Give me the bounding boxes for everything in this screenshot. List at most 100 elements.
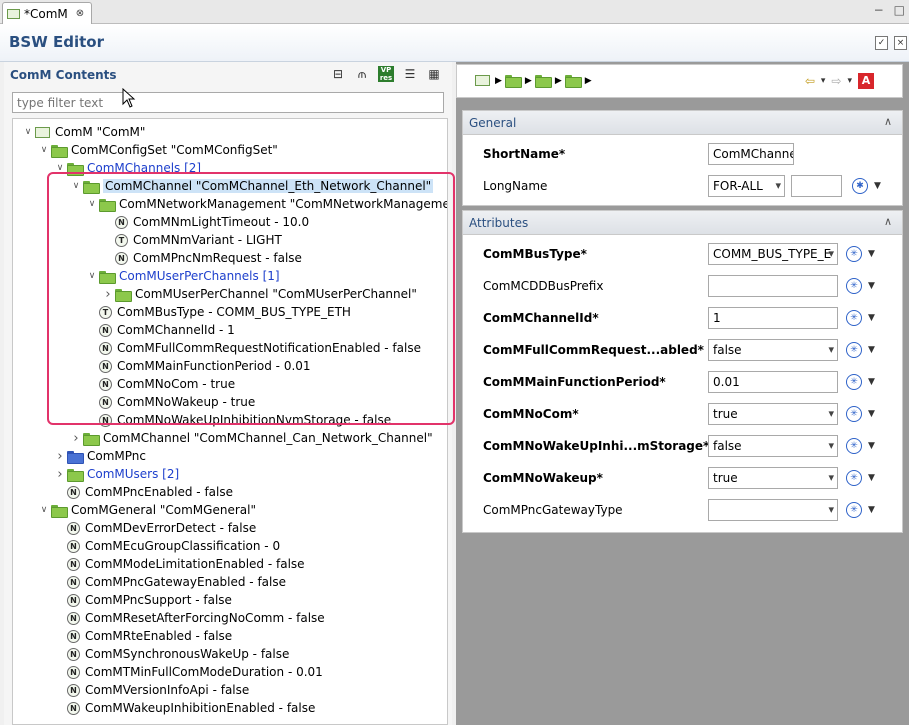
tree-item[interactable]: N ComMPncNmRequest - false xyxy=(101,249,302,267)
tree-item[interactable]: ∨ ComM "ComM" xyxy=(21,123,146,141)
chevron-down-icon[interactable]: ▼ xyxy=(874,181,881,191)
tree-item[interactable]: › ComMUserPerChannel "ComMUserPerChannel" xyxy=(101,285,417,303)
settings-icon[interactable]: ✳ xyxy=(846,310,862,326)
tree-item[interactable]: › ComMPnc xyxy=(53,447,146,465)
maximize-icon[interactable]: □ xyxy=(894,3,905,17)
settings-icon[interactable]: ✳ xyxy=(846,342,862,358)
attribute-select[interactable]: false xyxy=(708,339,838,361)
tree-item[interactable]: N ComMModeLimitationEnabled - false xyxy=(53,555,305,573)
tree-item[interactable]: N ComMTMinFullComModeDuration - 0.01 xyxy=(53,663,323,681)
chevron-down-icon[interactable]: ▾ xyxy=(847,76,852,86)
forward-arrow-icon[interactable]: ⇨ xyxy=(831,74,841,88)
collapse-arrow-icon[interactable]: › xyxy=(69,431,83,446)
collapse-icon[interactable]: ∧ xyxy=(884,215,892,228)
filter-input[interactable] xyxy=(12,92,444,113)
collapse-arrow-icon[interactable]: › xyxy=(53,467,67,482)
attribute-select[interactable]: true xyxy=(708,403,838,425)
chevron-down-icon[interactable]: ▼ xyxy=(868,377,875,387)
tree-item[interactable]: N ComMPncSupport - false xyxy=(53,591,232,609)
validate-icon[interactable]: ✓ xyxy=(875,36,888,50)
tree-item[interactable]: N ComMPncGatewayEnabled - false xyxy=(53,573,286,591)
tree-item[interactable]: N ComMPncEnabled - false xyxy=(53,483,233,501)
tree-item[interactable]: N ComMChannelId - 1 xyxy=(85,321,235,339)
expand-arrow-icon[interactable]: ∨ xyxy=(85,199,99,209)
tab-comm[interactable]: *ComM ⊗ xyxy=(2,2,92,24)
tree-item[interactable]: N ComMFullCommRequestNotificationEnabled … xyxy=(85,339,421,357)
expand-arrow-icon[interactable]: ∨ xyxy=(37,505,51,515)
autosar-icon[interactable]: A xyxy=(858,73,874,89)
chevron-down-icon[interactable]: ▼ xyxy=(868,473,875,483)
tree-item[interactable]: N ComMNoWakeUpInhibitionNvmStorage - fals… xyxy=(85,411,391,429)
expand-arrow-icon[interactable]: ∨ xyxy=(85,271,99,281)
settings-icon[interactable]: ✳ xyxy=(846,438,862,454)
tree-item[interactable]: N ComMVersionInfoApi - false xyxy=(53,681,249,699)
tree-item[interactable]: ∨ ComMChannel "ComMChannel_Eth_Network_Ch… xyxy=(69,177,434,195)
settings-icon[interactable]: ✳ xyxy=(846,278,862,294)
tree-item[interactable]: N ComMNmLightTimeout - 10.0 xyxy=(101,213,309,231)
attribute-input[interactable] xyxy=(708,275,838,297)
chevron-down-icon[interactable]: ▼ xyxy=(868,249,875,259)
attribute-select[interactable]: COMM_BUS_TYPE_E xyxy=(708,243,838,265)
settings-icon[interactable]: ✳ xyxy=(846,374,862,390)
longname-input[interactable] xyxy=(791,175,842,197)
close-icon[interactable]: ⊗ xyxy=(76,8,84,19)
longname-language-select[interactable]: FOR-ALL xyxy=(708,175,785,197)
tree-item[interactable]: N ComMSynchronousWakeUp - false xyxy=(53,645,289,663)
tree-item[interactable]: N ComMRteEnabled - false xyxy=(53,627,232,645)
tree-item[interactable]: N ComMWakeupInhibitionEnabled - false xyxy=(53,699,315,717)
attribute-input[interactable]: 0.01 xyxy=(708,371,838,393)
collapse-arrow-icon[interactable]: › xyxy=(101,287,115,302)
tree-item[interactable]: N ComMDevErrorDetect - false xyxy=(53,519,256,537)
settings-icon[interactable]: ✳ xyxy=(846,470,862,486)
shortname-input[interactable]: ComMChanne xyxy=(708,143,794,165)
chevron-down-icon[interactable]: ▾ xyxy=(821,76,826,86)
tree-item[interactable]: ∨ ComMNetworkManagement "ComMNetworkManag… xyxy=(85,195,447,213)
settings-icon[interactable]: ✳ xyxy=(846,502,862,518)
tree-item[interactable]: T ComMNmVariant - LIGHT xyxy=(101,231,282,249)
collapse-all-icon[interactable]: ⊟ xyxy=(330,66,346,82)
close-all-icon[interactable]: × xyxy=(894,36,907,50)
tree-item[interactable]: N ComMNoWakeup - true xyxy=(85,393,255,411)
tree-item[interactable]: ∨ ComMUserPerChannels [1] xyxy=(85,267,280,285)
tree-item[interactable]: ∨ ComMConfigSet "ComMConfigSet" xyxy=(37,141,278,159)
back-arrow-icon[interactable]: ⇦ xyxy=(805,74,815,88)
contents-tree[interactable]: ∨ ComM "ComM" ∨ ComMConfigSet "ComMConfigSe… xyxy=(12,118,448,725)
tree-item[interactable]: › ComMChannel "ComMChannel_Can_Network_Ch… xyxy=(69,429,433,447)
settings-icon[interactable]: ✱ xyxy=(852,178,868,194)
attribute-select[interactable] xyxy=(708,499,838,521)
tree-item[interactable]: ∨ ComMGeneral "ComMGeneral" xyxy=(37,501,256,519)
tree-item[interactable]: N ComMResetAfterForcingNoComm - false xyxy=(53,609,325,627)
folder-icon[interactable] xyxy=(564,75,582,88)
collapse-icon[interactable]: ∧ xyxy=(884,115,892,128)
attribute-input[interactable]: 1 xyxy=(708,307,838,329)
expand-arrow-icon[interactable]: ∨ xyxy=(69,181,83,191)
hierarchy-icon[interactable]: ⫙ xyxy=(354,66,370,82)
expand-arrow-icon[interactable]: ∨ xyxy=(21,127,35,137)
chevron-down-icon[interactable]: ▼ xyxy=(868,281,875,291)
vp-res-icon[interactable]: VP res xyxy=(378,66,394,82)
chevron-down-icon[interactable]: ▼ xyxy=(868,441,875,451)
attribute-select[interactable]: false xyxy=(708,435,838,457)
document-icon[interactable]: ☰ xyxy=(402,66,418,82)
minimize-icon[interactable]: − xyxy=(874,3,884,17)
chevron-down-icon[interactable]: ▼ xyxy=(868,313,875,323)
tree-item[interactable]: › ComMUsers [2] xyxy=(53,465,179,483)
expand-arrow-icon[interactable]: ∨ xyxy=(37,145,51,155)
table-icon[interactable]: ▦ xyxy=(426,66,442,82)
expand-arrow-icon[interactable]: ∨ xyxy=(53,163,67,173)
chevron-down-icon[interactable]: ▼ xyxy=(868,409,875,419)
tree-item[interactable]: N ComMNoCom - true xyxy=(85,375,235,393)
tree-item[interactable]: N ComMEcuGroupClassification - 0 xyxy=(53,537,280,555)
tree-item[interactable]: ∨ ComMChannels [2] xyxy=(53,159,201,177)
folder-icon[interactable] xyxy=(504,75,522,88)
folder-icon[interactable] xyxy=(534,75,552,88)
settings-icon[interactable]: ✳ xyxy=(846,246,862,262)
chevron-down-icon[interactable]: ▼ xyxy=(868,345,875,355)
tree-item[interactable]: N ComMMainFunctionPeriod - 0.01 xyxy=(85,357,311,375)
module-icon[interactable] xyxy=(475,75,490,86)
collapse-arrow-icon[interactable]: › xyxy=(53,449,67,464)
attribute-select[interactable]: true xyxy=(708,467,838,489)
settings-icon[interactable]: ✳ xyxy=(846,406,862,422)
tree-item[interactable]: T ComMBusType - COMM_BUS_TYPE_ETH xyxy=(85,303,351,321)
chevron-down-icon[interactable]: ▼ xyxy=(868,505,875,515)
